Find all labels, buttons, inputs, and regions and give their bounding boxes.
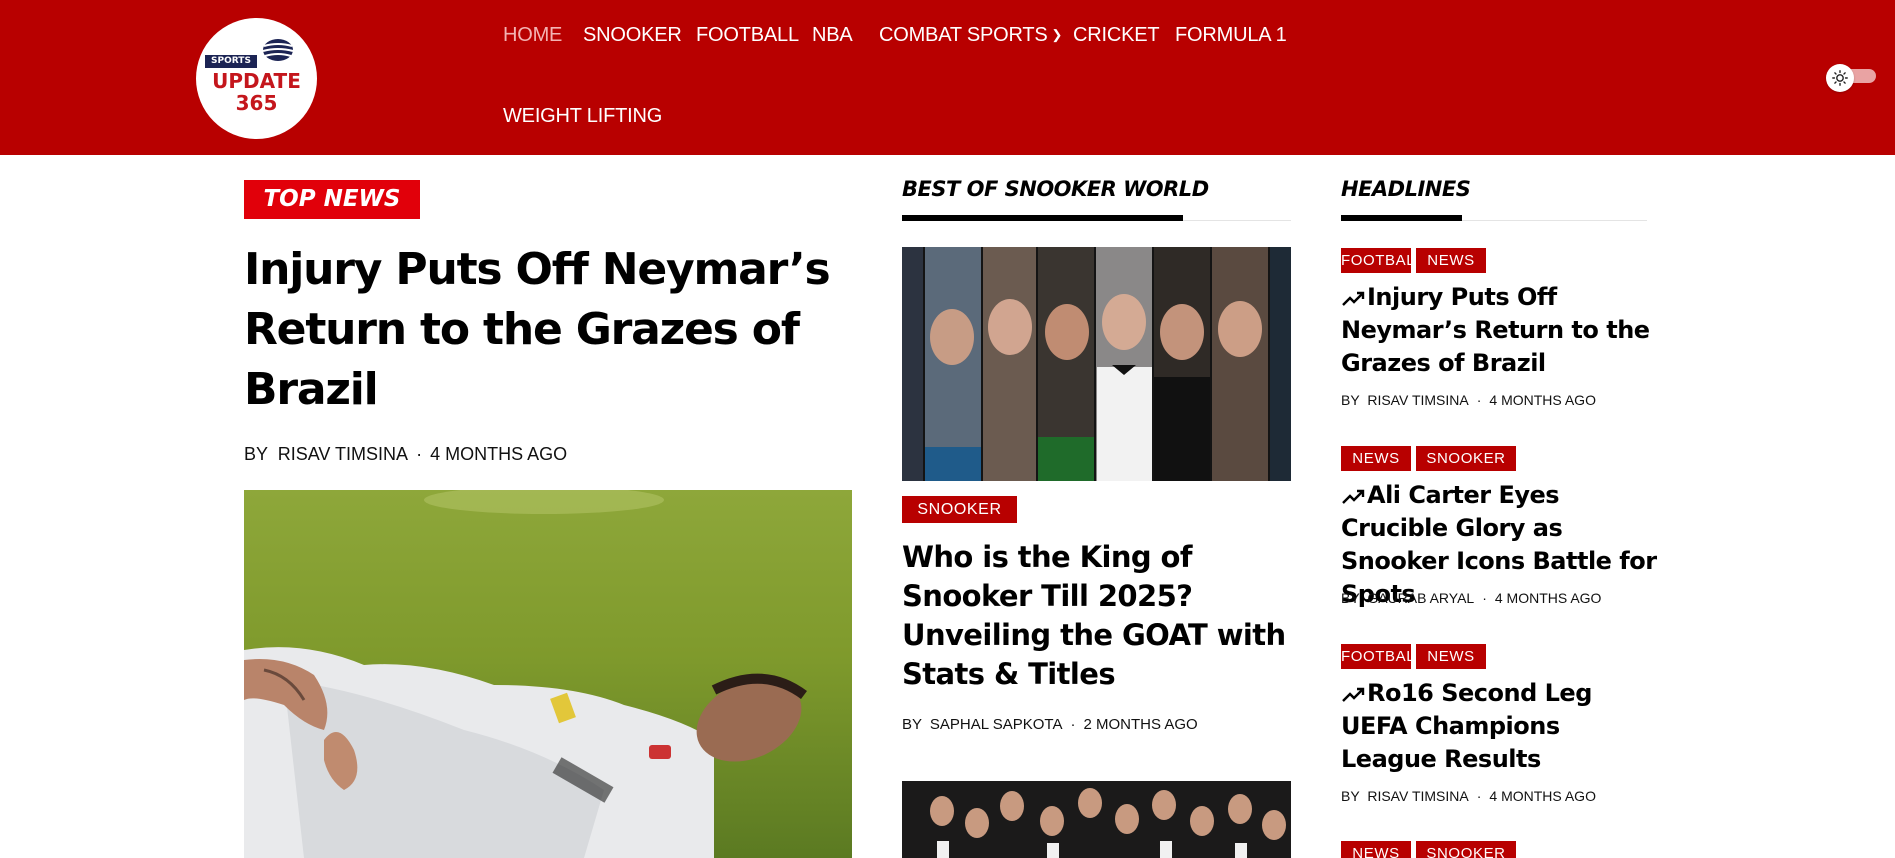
- logo-update-text: UPDATE: [212, 69, 301, 93]
- meta-time: 4 MONTHS AGO: [430, 444, 568, 464]
- headline-item[interactable]: Injury Puts Off Neymar’s Return to the G…: [1341, 281, 1661, 380]
- meta-by: BY: [902, 716, 922, 733]
- tag-news[interactable]: NEWS: [1416, 644, 1486, 669]
- headline-item[interactable]: Ro16 Second Leg UEFA Champions League Re…: [1341, 677, 1661, 776]
- meta-by: BY: [244, 444, 268, 464]
- snooker-group-image[interactable]: [902, 781, 1291, 858]
- headline-title: Ro16 Second Leg UEFA Champions League Re…: [1341, 679, 1592, 773]
- nav-item-snooker[interactable]: SNOOKER: [583, 24, 682, 47]
- theme-toggle[interactable]: [1826, 64, 1876, 92]
- nav-item-cricket[interactable]: CRICKET: [1073, 24, 1160, 47]
- chevron-down-icon: ❯: [1051, 27, 1063, 42]
- meta-separator: ·: [416, 444, 423, 464]
- site-logo[interactable]: SPORTS UPDATE 365: [196, 18, 317, 139]
- meta-by: BY: [1341, 590, 1360, 606]
- meta-time: 4 MONTHS AGO: [1489, 392, 1596, 408]
- trending-icon: [1342, 489, 1365, 504]
- author-link[interactable]: SAPHAL SAPKOTA: [930, 716, 1063, 733]
- meta-time: 2 MONTHS AGO: [1083, 716, 1198, 733]
- site-header: SPORTS UPDATE 365 HOME SNOOKER FOOTBALL …: [0, 0, 1895, 155]
- nav-item-formula-1[interactable]: FORMULA 1: [1175, 24, 1287, 47]
- nav-item-home[interactable]: HOME: [503, 24, 562, 47]
- nav-item-combat-sports[interactable]: COMBAT SPORTS ❯: [879, 24, 1062, 47]
- headline-meta: BY RISAV TIMSINA · 4 MONTHS AGO: [1341, 788, 1596, 804]
- snooker-players-image[interactable]: [902, 247, 1291, 481]
- meta-by: BY: [1341, 788, 1360, 804]
- headline-title: Ali Carter Eyes Crucible Glory as Snooke…: [1341, 481, 1657, 608]
- nav-item-combat-sports-label: COMBAT SPORTS: [879, 24, 1048, 46]
- nav-item-nba[interactable]: NBA: [812, 24, 853, 47]
- top-news-badge: TOP NEWS: [244, 180, 420, 219]
- headline-title: Injury Puts Off Neymar’s Return to the G…: [1341, 283, 1650, 377]
- main-nav: HOME SNOOKER FOOTBALL NBA COMBAT SPORTS ❯…: [488, 0, 1308, 155]
- tag-snooker[interactable]: SNOOKER: [1416, 446, 1516, 471]
- meta-time: 4 MONTHS AGO: [1494, 590, 1602, 606]
- meta-time: 4 MONTHS AGO: [1489, 788, 1596, 804]
- tag-news[interactable]: NEWS: [1341, 841, 1411, 858]
- headlines-heading: HEADLINES: [1341, 177, 1471, 201]
- top-news-title[interactable]: Injury Puts Off Neymar’s Return to the G…: [244, 240, 844, 420]
- logo-365-text: 365: [235, 91, 278, 115]
- tag-news[interactable]: NEWS: [1341, 446, 1411, 471]
- trending-icon: [1342, 291, 1365, 306]
- meta-separator: ·: [1070, 716, 1076, 733]
- section-underline: [1341, 215, 1462, 221]
- snooker-article-title[interactable]: Who is the King of Snooker Till 2025? Un…: [902, 538, 1302, 694]
- headline-meta: BY RISAV TIMSINA · 4 MONTHS AGO: [1341, 392, 1596, 408]
- sun-icon: [1826, 64, 1854, 92]
- author-link[interactable]: RISAV TIMSINA: [278, 444, 408, 464]
- meta-separator: ·: [1482, 590, 1487, 606]
- meta-separator: ·: [1476, 392, 1482, 408]
- tag-football[interactable]: FOOTBALL: [1341, 644, 1424, 669]
- tag-football[interactable]: FOOTBALL: [1341, 248, 1424, 273]
- top-news-meta: BY RISAV TIMSINA · 4 MONTHS AGO: [244, 444, 567, 465]
- author-link[interactable]: GAURAB ARYAL: [1367, 590, 1474, 606]
- logo-sports-text: SPORTS: [205, 55, 257, 68]
- nav-item-weight-lifting[interactable]: WEIGHT LIFTING: [503, 105, 662, 128]
- tag-snooker[interactable]: SNOOKER: [1416, 841, 1516, 858]
- category-badge-snooker[interactable]: SNOOKER: [902, 496, 1017, 523]
- headline-meta: BY GAURAB ARYAL · 4 MONTHS AGO: [1341, 590, 1601, 606]
- meta-separator: ·: [1476, 788, 1482, 804]
- trending-icon: [1342, 687, 1365, 702]
- top-news-image[interactable]: [244, 490, 852, 858]
- nav-item-football[interactable]: FOOTBALL: [696, 24, 799, 47]
- best-of-snooker-heading: BEST OF SNOOKER WORLD: [902, 177, 1209, 201]
- meta-by: BY: [1341, 392, 1360, 408]
- section-underline: [902, 215, 1183, 221]
- tag-news[interactable]: NEWS: [1416, 248, 1486, 273]
- author-link[interactable]: RISAV TIMSINA: [1367, 392, 1468, 408]
- author-link[interactable]: RISAV TIMSINA: [1367, 788, 1468, 804]
- snooker-article-meta: BY SAPHAL SAPKOTA · 2 MONTHS AGO: [902, 716, 1198, 733]
